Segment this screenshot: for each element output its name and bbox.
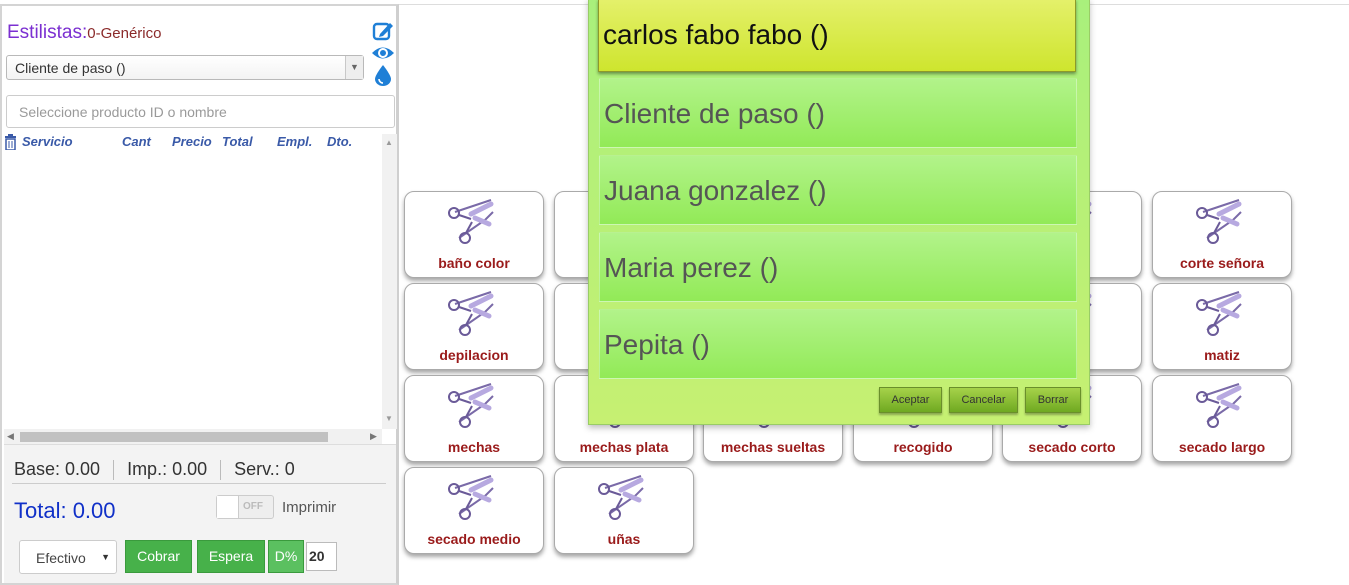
- trash-icon[interactable]: [4, 134, 17, 150]
- client-option[interactable]: Cliente de paso (): [599, 78, 1077, 148]
- service-label: depilacion: [439, 347, 509, 363]
- client-option[interactable]: Maria perez (): [599, 232, 1077, 302]
- discount-button[interactable]: D%: [268, 540, 304, 573]
- column-total: Total: [222, 134, 253, 149]
- service-tile[interactable]: matiz: [1152, 283, 1292, 370]
- column-precio: Precio: [172, 134, 212, 149]
- service-label: mechas sueltas: [720, 439, 826, 455]
- client-option[interactable]: Pepita (): [599, 309, 1077, 379]
- ticket-panel: Estilistas:0-Genérico Cliente de paso ()…: [0, 4, 399, 585]
- print-toggle[interactable]: OFF: [216, 495, 274, 519]
- side-icons: [371, 20, 395, 86]
- drop-icon[interactable]: [371, 64, 395, 86]
- service-label: recogido: [893, 439, 953, 455]
- service-tile[interactable]: secado largo: [1152, 375, 1292, 462]
- scissors-icon: [445, 290, 497, 338]
- service-label: secado medio: [427, 531, 521, 547]
- scissors-icon: [445, 382, 497, 430]
- chevron-down-icon: ▼: [101, 552, 110, 562]
- espera-button[interactable]: Espera: [197, 540, 265, 573]
- client-option[interactable]: Juana gonzalez (): [599, 155, 1077, 225]
- service-label: mechas plata: [579, 439, 669, 455]
- cobrar-button[interactable]: Cobrar: [125, 540, 192, 573]
- print-label: Imprimir: [282, 499, 337, 516]
- scroll-down-icon[interactable]: ▼: [385, 414, 393, 423]
- service-tile[interactable]: corte señora: [1152, 191, 1292, 278]
- service-label: mechas: [447, 439, 501, 455]
- client-picker-popup: carlos fabo fabo () Cliente de paso () J…: [588, 0, 1090, 425]
- service-label: secado largo: [1178, 439, 1266, 455]
- scissors-icon: [1193, 290, 1245, 338]
- service-label: uñas: [607, 531, 641, 547]
- clear-button[interactable]: Borrar: [1025, 387, 1081, 413]
- scroll-right-icon[interactable]: ▶: [370, 431, 377, 442]
- scissors-icon: [445, 474, 497, 522]
- scroll-left-icon[interactable]: ◀: [7, 431, 14, 442]
- stylist-value[interactable]: 0-Genérico: [87, 25, 161, 42]
- totals-area: Base: 0.00 Imp.: 0.00 Serv.: 0 Total: 0.00…: [4, 444, 396, 583]
- service-tile[interactable]: uñas: [554, 467, 694, 554]
- cancel-button[interactable]: Cancelar: [949, 387, 1018, 413]
- column-servicio: Servicio: [22, 134, 73, 149]
- service-label: corte señora: [1179, 255, 1265, 271]
- vertical-scrollbar[interactable]: ▲ ▼: [382, 134, 397, 429]
- service-tile[interactable]: mechas: [404, 375, 544, 462]
- service-label: baño color: [438, 255, 510, 271]
- scroll-up-icon[interactable]: ▲: [385, 138, 393, 147]
- service-tile[interactable]: baño color: [404, 191, 544, 278]
- client-select[interactable]: Cliente de paso () ▼: [6, 55, 364, 80]
- eye-icon[interactable]: [371, 42, 395, 64]
- product-search-input[interactable]: [6, 95, 395, 128]
- ticket-table-header: Servicio Cant Precio Total Empl. Dto.: [2, 132, 382, 152]
- scissors-icon: [1193, 382, 1245, 430]
- column-dto: Dto.: [327, 134, 353, 149]
- accept-button[interactable]: Aceptar: [879, 387, 942, 413]
- discount-input[interactable]: 20: [306, 542, 337, 571]
- serv-value: Serv.: 0: [234, 459, 295, 479]
- service-tile[interactable]: secado medio: [404, 467, 544, 554]
- chevron-down-icon[interactable]: ▼: [345, 56, 363, 79]
- service-label: matiz: [1204, 347, 1240, 363]
- totals-row: Base: 0.00 Imp.: 0.00 Serv.: 0: [14, 459, 295, 481]
- horizontal-scrollbar[interactable]: ◀ ▶: [4, 429, 382, 444]
- stylist-heading: Estilistas:0-Genérico: [7, 22, 161, 44]
- scissors-icon: [595, 474, 647, 522]
- scissors-icon: [1193, 198, 1245, 246]
- scissors-icon: [445, 198, 497, 246]
- client-option[interactable]: carlos fabo fabo (): [598, 0, 1076, 72]
- base-value: Base: 0.00: [14, 459, 101, 479]
- client-select-value: Cliente de paso (): [15, 60, 126, 76]
- column-cant: Cant: [122, 134, 151, 149]
- edit-icon[interactable]: [371, 20, 395, 42]
- print-toggle-state: OFF: [243, 501, 263, 512]
- grand-total: Total: 0.00: [14, 498, 116, 523]
- column-empl: Empl.: [277, 134, 313, 149]
- stylist-label: Estilistas:: [7, 22, 88, 43]
- scrollbar-thumb[interactable]: [20, 432, 328, 442]
- service-tile[interactable]: depilacion: [404, 283, 544, 370]
- imp-value: Imp.: 0.00: [127, 459, 208, 479]
- payment-method-value: Efectivo: [36, 550, 86, 566]
- payment-method-select[interactable]: Efectivo ▼: [19, 540, 117, 574]
- service-label: secado corto: [1028, 439, 1116, 455]
